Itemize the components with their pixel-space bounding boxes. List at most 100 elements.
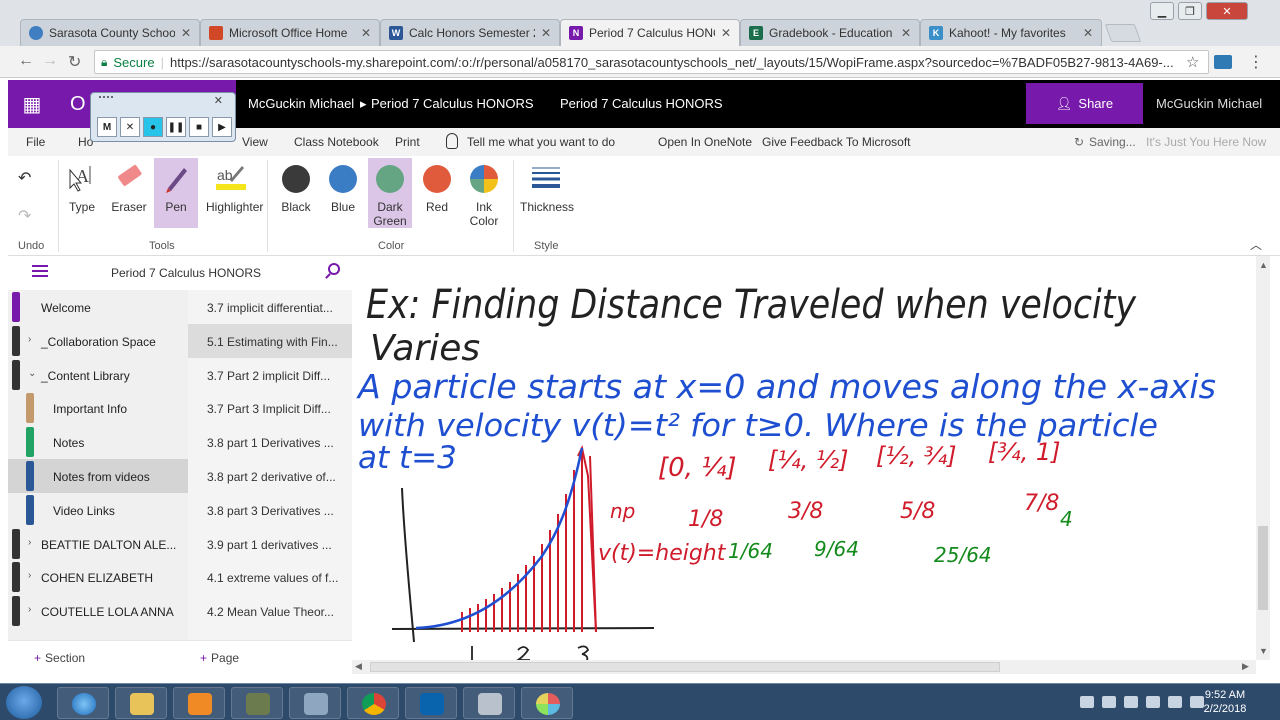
address-bar[interactable]: 🔒︎ Secure | https://sarasotacountyschool… bbox=[94, 50, 1209, 74]
signed-in-user[interactable]: McGuckin Michael bbox=[1156, 96, 1262, 111]
scroll-right-arrow-icon[interactable]: ▶ bbox=[1242, 661, 1249, 672]
page-item[interactable]: 3.9 part 1 derivatives ... bbox=[188, 527, 352, 561]
page-item[interactable]: 3.7 Part 2 implicit Diff... bbox=[188, 358, 352, 392]
horizontal-scrollbar[interactable]: ◀ ▶ bbox=[352, 660, 1256, 674]
tray-network-icon[interactable] bbox=[1102, 696, 1116, 708]
page-item[interactable]: 4.2 Mean Value Theor... bbox=[188, 594, 352, 628]
tell-me-search[interactable]: Tell me what you want to do bbox=[467, 135, 615, 149]
recorder-mode-button[interactable]: M bbox=[97, 117, 117, 137]
page-item[interactable]: 3.8 part 3 Derivatives ... bbox=[188, 493, 352, 527]
page-item[interactable]: 3.7 Part 3 Implicit Diff... bbox=[188, 391, 352, 425]
tab-close-icon[interactable]: ✕ bbox=[901, 26, 911, 40]
add-page-button[interactable]: + Page bbox=[200, 651, 239, 665]
give-feedback-link[interactable]: Give Feedback To Microsoft bbox=[762, 135, 911, 149]
chevron-right-icon[interactable]: › bbox=[28, 537, 31, 548]
pen-tool-button[interactable]: Pen bbox=[154, 158, 198, 228]
page-item[interactable]: 3.8 part 1 Derivatives ... bbox=[188, 425, 352, 459]
forward-arrow-icon[interactable]: → bbox=[42, 52, 58, 70]
tab-view[interactable]: View bbox=[242, 135, 268, 149]
ink-color-button[interactable]: Ink Color bbox=[462, 158, 506, 228]
browser-tab-kahoot[interactable]: K Kahoot! - My favorites ✕ bbox=[920, 19, 1102, 46]
browser-tab-office-home[interactable]: Microsoft Office Home ✕ bbox=[200, 19, 380, 46]
breadcrumb-notebook[interactable]: Period 7 Calculus HONORS bbox=[371, 96, 534, 111]
note-canvas[interactable]: Ex: Finding Distance Traveled when veloc… bbox=[352, 256, 1256, 660]
tab-close-icon[interactable]: ✕ bbox=[1083, 26, 1093, 40]
taskbar-media-button[interactable] bbox=[173, 687, 225, 719]
section-item[interactable]: Important Info bbox=[8, 391, 188, 425]
pause-icon[interactable]: ❚❚ bbox=[166, 117, 186, 137]
horizontal-scroll-thumb[interactable] bbox=[370, 662, 1000, 672]
thickness-button[interactable]: Thickness bbox=[520, 158, 574, 228]
eraser-tool-button[interactable]: Eraser bbox=[107, 158, 151, 228]
drag-grip-icon[interactable] bbox=[99, 96, 113, 104]
windows-start-icon[interactable] bbox=[6, 686, 42, 719]
reload-icon[interactable]: ↻ bbox=[68, 52, 81, 72]
browser-tab-sarasota[interactable]: Sarasota County Schools ✕ bbox=[20, 19, 200, 46]
undo-icon[interactable]: ↶ bbox=[18, 168, 31, 188]
search-icon[interactable] bbox=[328, 263, 340, 275]
scroll-down-arrow-icon[interactable]: ▼ bbox=[1259, 646, 1268, 656]
section-item[interactable]: Video Links bbox=[8, 493, 188, 527]
app-launcher-icon[interactable]: ▦ bbox=[8, 80, 56, 128]
section-item[interactable]: Notes from videos bbox=[8, 459, 188, 493]
section-item[interactable]: › BEATTIE DALTON ALE... bbox=[8, 527, 188, 561]
tab-close-icon[interactable]: ✕ bbox=[541, 26, 551, 40]
tab-close-icon[interactable]: ✕ bbox=[721, 26, 731, 40]
section-item[interactable]: › COHEN ELIZABETH bbox=[8, 560, 188, 594]
tab-close-icon[interactable]: ✕ bbox=[181, 26, 191, 40]
new-tab-button[interactable] bbox=[1104, 24, 1142, 42]
extension-icon[interactable] bbox=[1214, 55, 1232, 69]
color-dark-green-button[interactable]: Dark Green bbox=[368, 158, 412, 228]
taskbar-tools-button[interactable] bbox=[463, 687, 515, 719]
highlighter-tool-button[interactable]: ab Highlighter bbox=[206, 158, 263, 228]
hamburger-menu-icon[interactable] bbox=[32, 265, 48, 277]
browser-tab-gradebook[interactable]: E Gradebook - Education ✕ bbox=[740, 19, 920, 46]
browser-menu-icon[interactable]: ⋮ bbox=[1248, 52, 1264, 72]
close-window-icon[interactable]: ✕ bbox=[1206, 2, 1248, 20]
color-red-button[interactable]: Red bbox=[415, 158, 459, 228]
tab-close-icon[interactable]: ✕ bbox=[361, 26, 371, 40]
share-button[interactable]: 👤︎ Share bbox=[1026, 83, 1143, 124]
tray-app-icon[interactable] bbox=[1080, 696, 1094, 708]
record-icon[interactable]: ● bbox=[143, 117, 163, 137]
stop-icon[interactable]: ■ bbox=[189, 117, 209, 137]
add-section-button[interactable]: + Section bbox=[34, 651, 85, 665]
page-item[interactable]: 3.8 part 2 derivative of... bbox=[188, 459, 352, 493]
browser-tab-calc-honors[interactable]: W Calc Honors Semester 2 ✕ bbox=[380, 19, 560, 46]
color-black-button[interactable]: Black bbox=[274, 158, 318, 228]
collapse-ribbon-icon[interactable]: ︿ bbox=[1250, 236, 1262, 253]
vertical-scrollbar[interactable]: ▲ ▼ bbox=[1256, 256, 1270, 660]
taskbar-outlook-button[interactable] bbox=[405, 687, 457, 719]
breadcrumb-user[interactable]: McGuckin Michael bbox=[248, 96, 354, 111]
section-item[interactable]: › COUTELLE LOLA ANNA bbox=[8, 594, 188, 628]
section-item[interactable]: Welcome bbox=[8, 290, 188, 324]
maximize-icon[interactable]: ❐ bbox=[1178, 2, 1202, 20]
tray-cloud-icon[interactable] bbox=[1124, 696, 1138, 708]
taskbar-ie-button[interactable] bbox=[57, 687, 109, 719]
page-item[interactable]: 3.7 implicit differentiat... bbox=[188, 290, 352, 324]
section-item[interactable]: › _Collaboration Space bbox=[8, 324, 188, 358]
tab-class-notebook[interactable]: Class Notebook bbox=[294, 135, 379, 149]
type-tool-button[interactable]: A Type bbox=[60, 158, 104, 228]
vertical-scroll-thumb[interactable] bbox=[1258, 526, 1268, 610]
screen-recorder-widget[interactable]: ✕ M ✕ ● ❚❚ ■ ▶ bbox=[90, 92, 236, 142]
recorder-close-icon[interactable]: ✕ bbox=[214, 94, 223, 107]
taskbar-chrome-button[interactable] bbox=[347, 687, 399, 719]
minimize-icon[interactable]: ▁ bbox=[1150, 2, 1174, 20]
recorder-cancel-icon[interactable]: ✕ bbox=[120, 117, 140, 137]
scroll-left-arrow-icon[interactable]: ◀ bbox=[355, 661, 362, 672]
section-item[interactable]: ⌄ _Content Library bbox=[8, 358, 188, 392]
page-item[interactable]: 5.1 Estimating with Fin... bbox=[188, 323, 352, 358]
notebook-title[interactable]: Period 7 Calculus HONORS bbox=[560, 96, 723, 111]
play-icon[interactable]: ▶ bbox=[212, 117, 232, 137]
browser-tab-period7[interactable]: N Period 7 Calculus HONORS ✕ bbox=[560, 19, 740, 46]
chevron-right-icon[interactable]: › bbox=[28, 570, 31, 581]
back-arrow-icon[interactable]: ← bbox=[18, 52, 34, 70]
tray-display-icon[interactable] bbox=[1168, 696, 1182, 708]
open-in-onenote-link[interactable]: Open In OneNote bbox=[658, 135, 752, 149]
taskbar-app-button[interactable] bbox=[231, 687, 283, 719]
taskbar-paint-button[interactable] bbox=[521, 687, 573, 719]
color-blue-button[interactable]: Blue bbox=[321, 158, 365, 228]
taskbar-explorer-button[interactable] bbox=[115, 687, 167, 719]
chevron-right-icon[interactable]: › bbox=[28, 334, 31, 345]
